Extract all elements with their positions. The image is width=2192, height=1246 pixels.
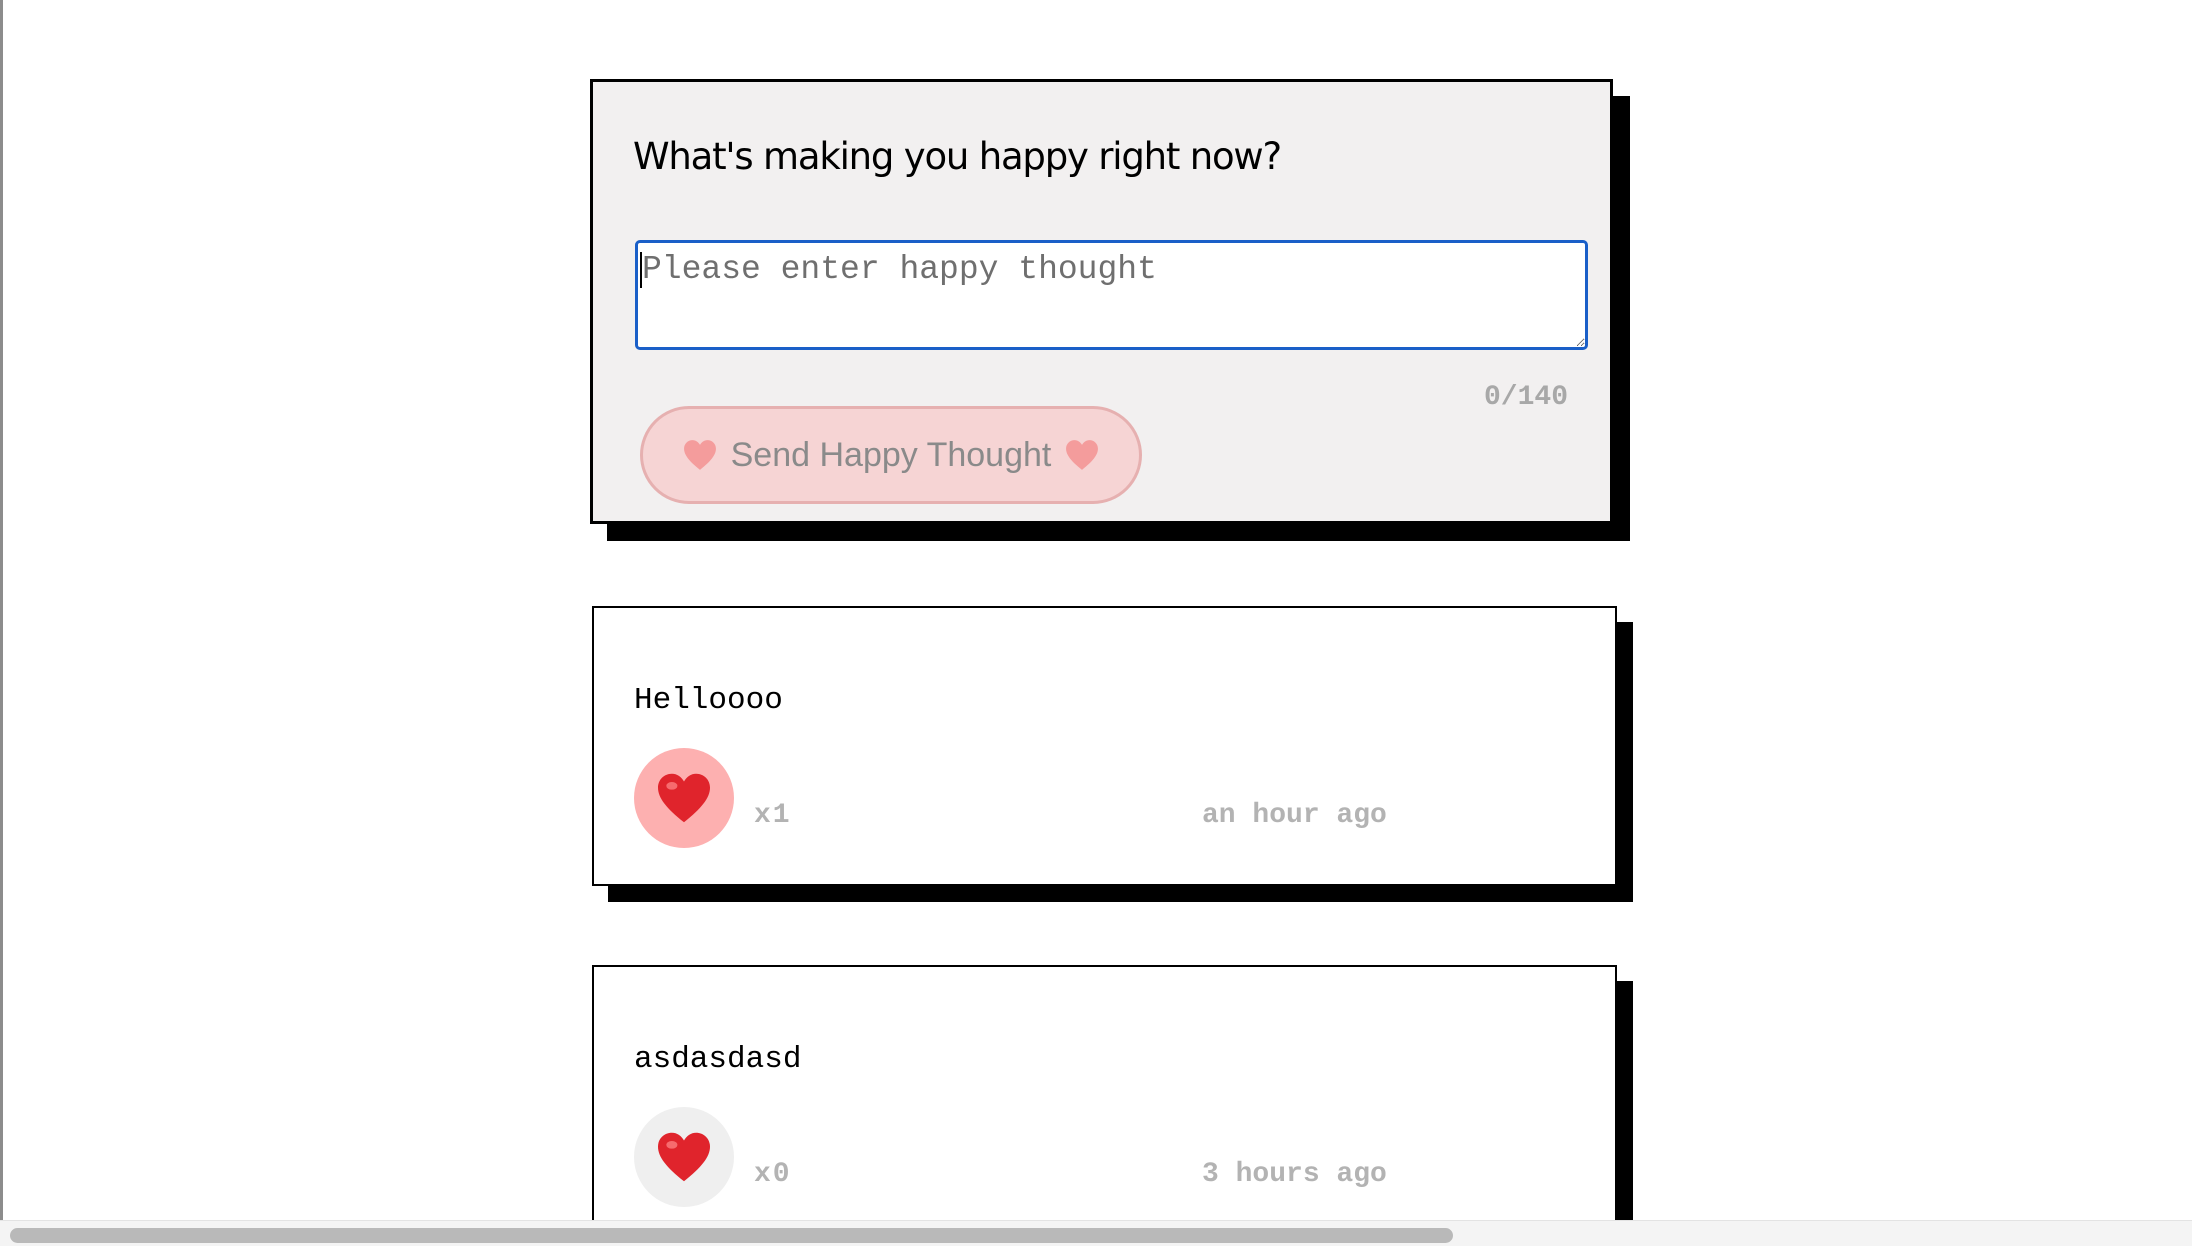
heart-icon [683, 440, 716, 470]
like-count: x0 [754, 1159, 792, 1190]
thought-card: Helloooo x1 an hour ago [592, 606, 1617, 886]
like-button[interactable] [634, 1107, 734, 1207]
text-caret [640, 252, 642, 288]
like-count: x1 [754, 800, 792, 831]
horizontal-scrollbar-thumb[interactable] [10, 1228, 1453, 1243]
like-button[interactable] [634, 748, 734, 848]
character-counter: 0/140 [1483, 382, 1568, 413]
thought-timestamp: an hour ago [1202, 800, 1387, 831]
thought-message: asdasdasd [634, 1042, 802, 1077]
horizontal-scrollbar[interactable] [0, 1220, 2192, 1246]
thought-message: Helloooo [634, 683, 783, 718]
window-left-border [0, 0, 3, 1246]
form-question: What's making you happy right now? [633, 135, 1282, 178]
thought-card: asdasdasd x0 3 hours ago [592, 965, 1617, 1246]
happy-thoughts-page: What's making you happy right now? 0/140… [0, 0, 2192, 1246]
send-happy-thought-button[interactable]: Send Happy Thought [640, 406, 1142, 504]
heart-icon [658, 1132, 710, 1182]
thought-input[interactable] [635, 240, 1588, 350]
thought-timestamp: 3 hours ago [1202, 1159, 1387, 1190]
heart-icon [658, 773, 710, 823]
thought-form-card: What's making you happy right now? 0/140… [590, 79, 1613, 524]
heart-icon [1066, 440, 1099, 470]
send-button-label: Send Happy Thought [730, 435, 1052, 474]
